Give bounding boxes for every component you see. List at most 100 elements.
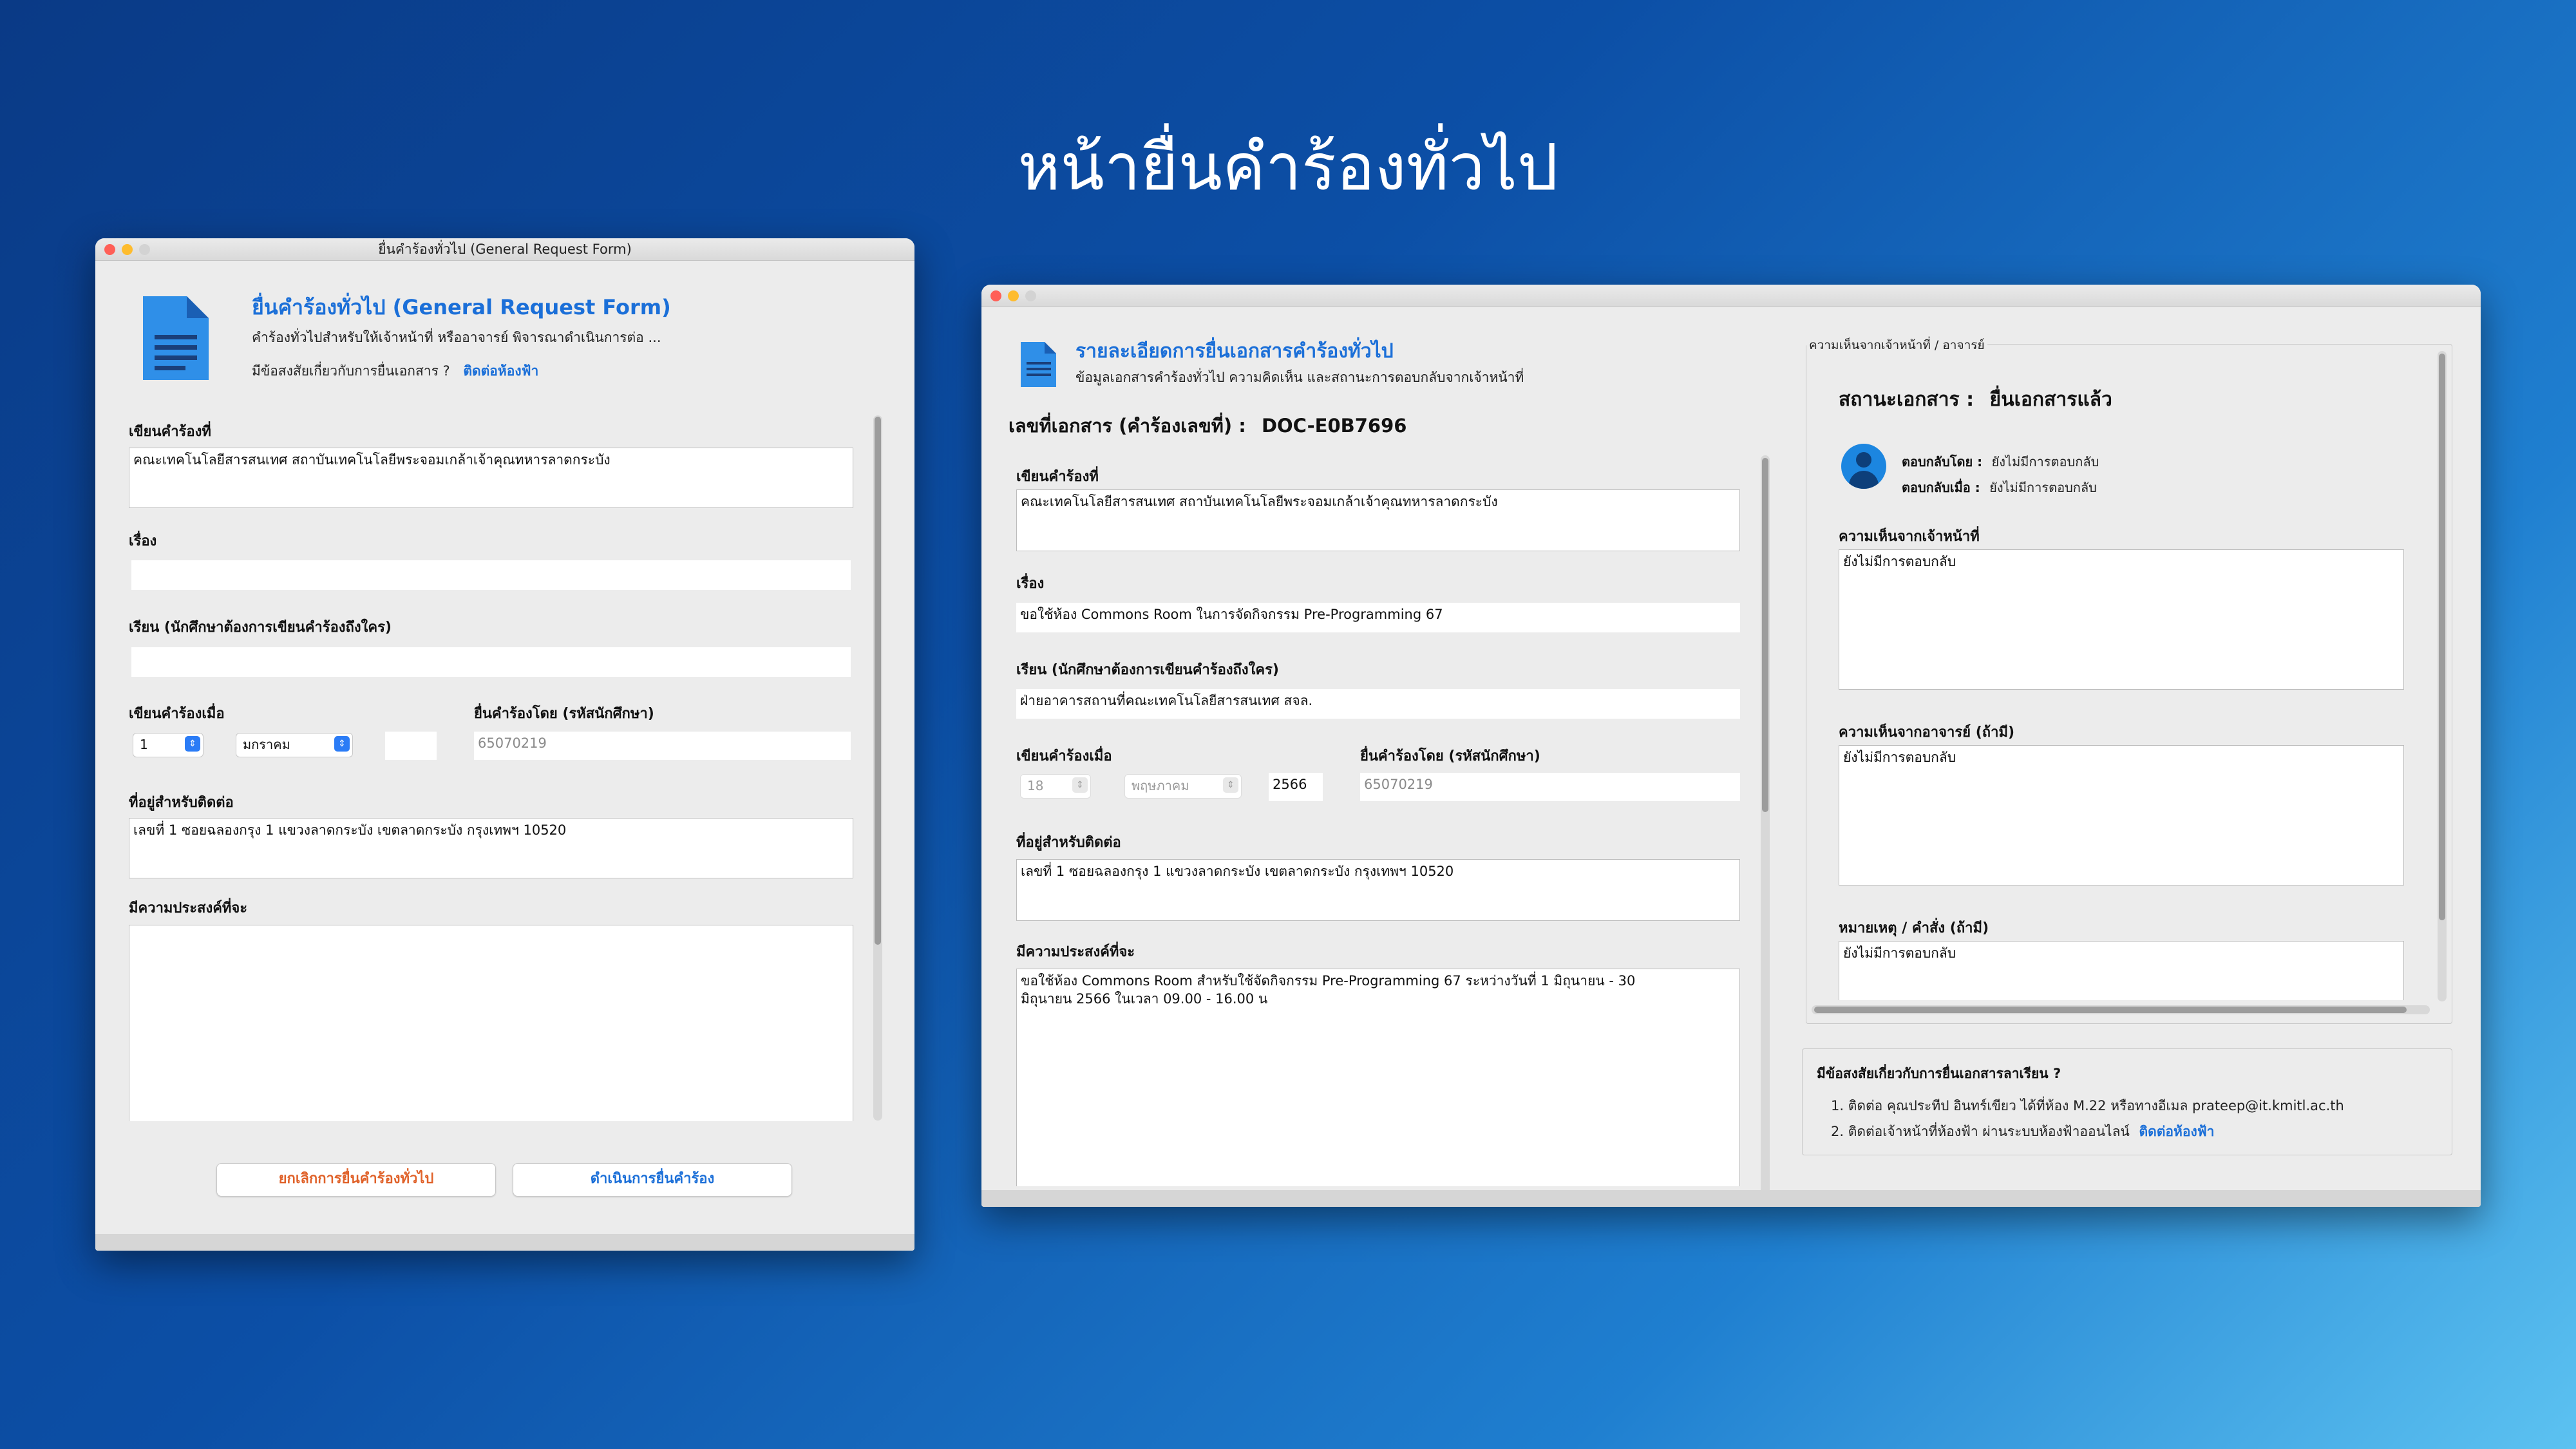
general-request-form-window: ยื่นคำร้องทั่วไป (General Request Form) …	[95, 238, 914, 1251]
zoom-window-button[interactable]	[139, 244, 150, 255]
subject-field[interactable]	[131, 560, 851, 590]
status-label: สถานะเอกสาร :	[1839, 388, 1975, 411]
scroll-thumb[interactable]	[2439, 354, 2445, 920]
reply-by-label: ตอบกลับโดย :	[1902, 454, 1983, 469]
avatar-body	[1849, 471, 1879, 489]
month-select[interactable]: มกราคม ⇕	[236, 733, 353, 757]
scroll-thumb[interactable]	[1762, 458, 1768, 812]
submitter-label: ยื่นคำร้องโดย (รหัสนักศึกษา)	[474, 706, 654, 722]
written-at-label: เขียนคำร้องที่	[1016, 469, 1099, 485]
to-label: เรียน (นักศึกษาต้องการเขียนคำร้องถึงใคร)	[129, 620, 392, 636]
day-stepper-icon: ⇕	[1072, 777, 1088, 793]
reply-at-value: ยังไม่มีการตอบกลับ	[1989, 480, 2097, 495]
month-stepper-icon[interactable]: ⇕	[334, 736, 350, 752]
to-field[interactable]	[131, 647, 851, 677]
status-value: ยื่นเอกสารแล้ว	[1989, 388, 2112, 411]
written-at-field[interactable]: คณะเทคโนโลยีสารสนเทศ สถาบันเทคโนโลยีพระจ…	[1016, 489, 1740, 551]
document-number: เลขที่เอกสาร (คำร้องเลขที่) : DOC-E0B769…	[1009, 411, 1406, 440]
help-text: มีข้อสงสัยเกี่ยวกับการยื่นเอกสาร ? ติดต่…	[252, 361, 538, 382]
purpose-field[interactable]: ขอใช้ห้อง Commons Room สำหรับใช้จัดกิจกร…	[1016, 969, 1740, 1186]
close-window-button[interactable]	[104, 244, 115, 255]
window-controls	[990, 290, 1036, 301]
document-status: สถานะเอกสาร : ยื่นเอกสารแล้ว	[1839, 384, 2112, 415]
reply-at: ตอบกลับเมื่อ : ยังไม่มีการตอบกลับ	[1902, 477, 2097, 498]
reply-by: ตอบกลับโดย : ยังไม่มีการตอบกลับ	[1902, 451, 2099, 472]
help-line-2: 2. ติดต่อเจ้าหน้าที่ห้องฟ้า ผ่านระบบห้อง…	[1831, 1121, 2214, 1142]
address-field[interactable]: เลขที่ 1 ซอยฉลองกรุง 1 แขวงลาดกระบัง เขต…	[1016, 859, 1740, 921]
year-field[interactable]	[385, 732, 437, 760]
written-at-label: เขียนคำร้องที่	[129, 424, 211, 440]
purpose-label: มีความประสงค์ที่จะ	[129, 900, 248, 916]
zoom-window-button[interactable]	[1025, 290, 1036, 301]
scroll-thumb[interactable]	[1814, 1007, 2407, 1013]
comments-group-title: ความเห็นจากเจ้าหน้าที่ / อาจารย์	[1806, 336, 1987, 355]
advisor-comment-field[interactable]: ยังไม่มีการตอบกลับ	[1839, 745, 2404, 886]
day-select[interactable]: 1 ⇕	[133, 733, 204, 757]
month-value: มกราคม	[243, 737, 290, 752]
note-field[interactable]: ยังไม่มีการตอบกลับ	[1839, 941, 2404, 1000]
avatar-icon	[1841, 444, 1886, 489]
minimize-window-button[interactable]	[122, 244, 133, 255]
document-icon	[143, 296, 209, 380]
to-field[interactable]: ฝ่ายอาคารสถานที่คณะเทคโนโลยีสารสนเทศ สจล…	[1016, 689, 1740, 719]
window-bottom-bar	[95, 1234, 914, 1251]
scroll-thumb[interactable]	[875, 417, 881, 945]
detail-header-title: รายละเอียดการยื่นเอกสารคำร้องทั่วไป	[1075, 340, 1394, 363]
written-at-field[interactable]: คณะเทคโนโลยีสารสนเทศ สถาบันเทคโนโลยีพระจ…	[129, 448, 853, 508]
staff-comment-label: ความเห็นจากเจ้าหน้าที่	[1839, 529, 1980, 545]
comments-horizontal-scrollbar[interactable]	[1812, 1005, 2430, 1014]
contact-link[interactable]: ติดต่อห้องฟ้า	[463, 363, 538, 379]
date-label: เขียนคำร้องเมื่อ	[1016, 748, 1112, 764]
submitter-label: ยื่นคำร้องโดย (รหัสนักศึกษา)	[1360, 748, 1540, 764]
address-field[interactable]: เลขที่ 1 ซอยฉลองกรุง 1 แขวงลาดกระบัง เขต…	[129, 818, 853, 878]
reply-by-value: ยังไม่มีการตอบกลับ	[1991, 454, 2099, 469]
month-select: พฤษภาคม ⇕	[1124, 774, 1242, 799]
staff-comment-field[interactable]: ยังไม่มีการตอบกลับ	[1839, 549, 2404, 690]
purpose-label: มีความประสงค์ที่จะ	[1016, 944, 1135, 960]
help-line-1: 1. ติดต่อ คุณประทีป อินทร์เขียว ได้ที่ห้…	[1831, 1098, 2344, 1113]
form-header-title: ยื่นคำร้องทั่วไป (General Request Form)	[252, 295, 671, 319]
window-bottom-bar	[981, 1190, 2481, 1207]
window-controls	[104, 244, 150, 255]
date-label: เขียนคำร้องเมื่อ	[129, 706, 225, 722]
comments-group: ความเห็นจากเจ้าหน้าที่ / อาจารย์ สถานะเอ…	[1806, 336, 2452, 1024]
advisor-comment-label: ความเห็นจากอาจารย์ (ถ้ามี)	[1839, 724, 2015, 741]
submit-request-button[interactable]: ดำเนินการยื่นคำร้อง	[513, 1163, 792, 1197]
help-line-2-text: 2. ติดต่อเจ้าหน้าที่ห้องฟ้า ผ่านระบบห้อง…	[1831, 1124, 2130, 1139]
request-detail-window: รายละเอียดการยื่นเอกสารคำร้องทั่วไป ข้อม…	[981, 285, 2481, 1207]
window-title: ยื่นคำร้องทั่วไป (General Request Form)	[378, 242, 632, 257]
help-box: มีข้อสงสัยเกี่ยวกับการยื่นเอกสารลาเรียน …	[1802, 1048, 2452, 1155]
contact-link[interactable]: ติดต่อห้องฟ้า	[2139, 1124, 2214, 1139]
cancel-request-button[interactable]: ยกเลิกการยื่นคำร้องทั่วไป	[216, 1163, 496, 1197]
purpose-field[interactable]	[129, 925, 853, 1121]
form-header-description: คำร้องทั่วไปสำหรับให้เจ้าหน้าที่ หรืออาจ…	[252, 330, 661, 345]
comments-vertical-scrollbar[interactable]	[2438, 351, 2447, 1001]
subject-field[interactable]: ขอใช้ห้อง Commons Room ในการจัดกิจกรรม P…	[1016, 603, 1740, 632]
form-scrollbar[interactable]	[873, 415, 882, 1121]
month-value: พฤษภาคม	[1132, 778, 1189, 793]
subject-label: เรื่อง	[1016, 576, 1045, 592]
purpose-line-2: มิถุนายน 2566 ในเวลา 09.00 - 16.00 น	[1021, 991, 1268, 1007]
purpose-line-1: ขอใช้ห้อง Commons Room สำหรับใช้จัดกิจกร…	[1021, 973, 1636, 989]
help-title: มีข้อสงสัยเกี่ยวกับการยื่นเอกสารลาเรียน …	[1817, 1066, 2061, 1081]
submitter-field: 65070219	[1360, 773, 1740, 801]
detail-header-description: ข้อมูลเอกสารคำร้องทั่วไป ความคิดเห็น และ…	[1075, 370, 1524, 385]
subject-label: เรื่อง	[129, 533, 157, 549]
note-label: หมายเหตุ / คำสั่ง (ถ้ามี)	[1839, 920, 1989, 936]
minimize-window-button[interactable]	[1008, 290, 1019, 301]
month-stepper-icon: ⇕	[1223, 777, 1238, 793]
to-label: เรียน (นักศึกษาต้องการเขียนคำร้องถึงใคร)	[1016, 662, 1279, 678]
year-field: 2566	[1269, 773, 1323, 801]
close-window-button[interactable]	[990, 290, 1001, 301]
page-title: หน้ายื่นคำร้องทั่วไป	[1018, 129, 1558, 205]
day-value: 1	[140, 737, 148, 752]
document-icon	[1021, 342, 1056, 387]
day-stepper-icon[interactable]: ⇕	[185, 736, 200, 752]
document-number-label: เลขที่เอกสาร (คำร้องเลขที่) :	[1009, 415, 1246, 437]
day-value: 18	[1027, 778, 1044, 793]
titlebar	[981, 285, 2481, 307]
day-select: 18 ⇕	[1020, 774, 1091, 799]
detail-scrollbar[interactable]	[1761, 455, 1770, 1196]
address-label: ที่อยู่สำหรับติดต่อ	[1016, 835, 1121, 851]
submitter-field: 65070219	[474, 732, 851, 760]
